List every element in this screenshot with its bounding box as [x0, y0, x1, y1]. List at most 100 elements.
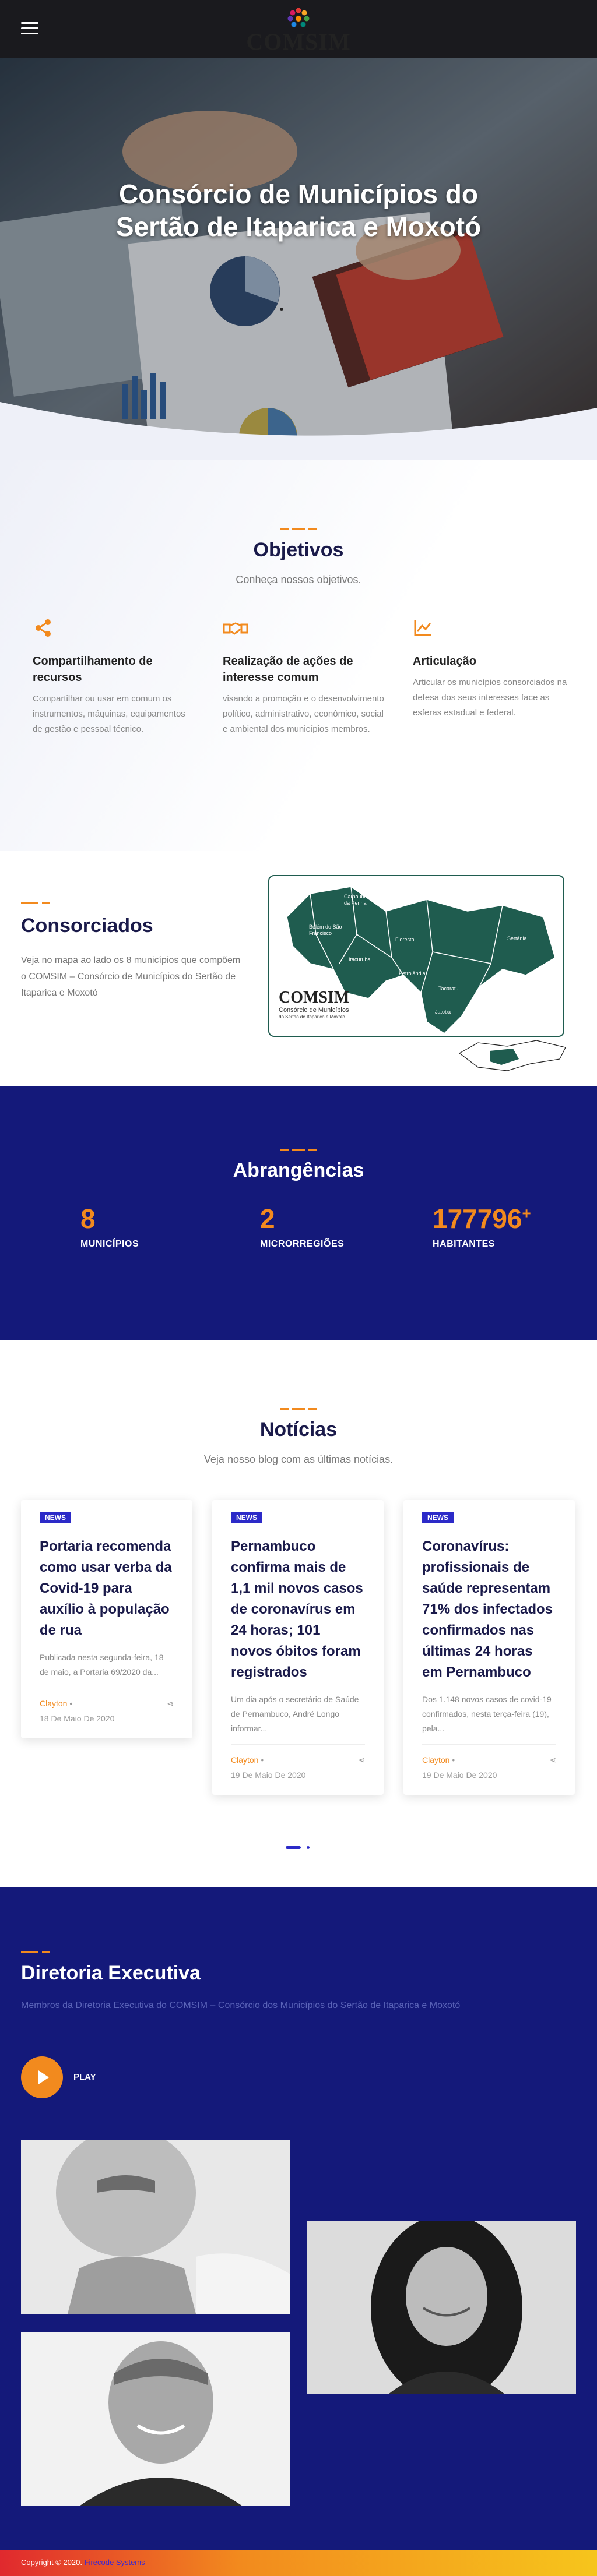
objetivo-desc: Compartilhar ou usar em comum os instrum… [33, 694, 185, 734]
map-label: Floresta [395, 937, 415, 943]
stat-value: 177796+ [433, 1203, 531, 1234]
dot-separator: • [69, 1699, 73, 1708]
stat-habitantes: 177796+ HABITANTES [433, 1203, 531, 1250]
map-label: Petrolândia [399, 971, 426, 976]
logo-text: COMSIM [246, 29, 351, 55]
news-author[interactable]: Clayton [422, 1755, 449, 1765]
noticias-section: Notícias Veja nosso blog com as últimas … [0, 1340, 597, 1887]
stat-number: 177796 [433, 1204, 522, 1234]
abrangencias-title: Abrangências [233, 1159, 364, 1181]
news-excerpt: Um dia após o secretário de Saúde de Per… [231, 1695, 359, 1733]
play-button[interactable] [21, 2056, 63, 2098]
stat-label: HABITANTES [433, 1239, 495, 1249]
news-title[interactable]: Pernambuco confirma mais de 1,1 mil novo… [231, 1536, 365, 1683]
news-date: 18 De Maio De 2020 [40, 1714, 115, 1723]
diretoria-section: Diretoria Executiva Membros da Diretoria… [0, 1887, 597, 2550]
hero-title: Consórcio de Municípios do Sertão de Ita… [115, 179, 482, 242]
carousel-pagination [286, 1841, 310, 1852]
section-divider [0, 1404, 597, 1414]
abrangencias-section: Abrangências 8 MUNICÍPIOS 2 MICRORREGIÕE… [0, 1086, 597, 1340]
section-divider [21, 898, 52, 909]
consorciados-section: Consorciados Veja no mapa ao lado os 8 m… [0, 851, 597, 1086]
map-logo-text: COMSIM [279, 989, 350, 1007]
section-divider [21, 1947, 52, 1957]
objetivos-subtitle: Conheça nossos objetivos. [236, 574, 361, 585]
news-meta: Clayton • ⋖ [40, 1688, 174, 1708]
objetivo-desc: Articular os municípios consorciados na … [413, 677, 567, 718]
news-meta: Clayton • ⋖ [422, 1744, 556, 1765]
hero-image [0, 58, 597, 466]
news-excerpt: Publicada nesta segunda-feira, 18 de mai… [40, 1653, 164, 1677]
noticias-title: Notícias [259, 1418, 338, 1441]
hero-banner: Consórcio de Municípios do Sertão de Ita… [0, 58, 597, 466]
news-title[interactable]: Portaria recomenda como usar verba da Co… [40, 1536, 174, 1641]
share-icon[interactable]: ⋖ [549, 1755, 556, 1765]
share-icon [36, 619, 51, 637]
objetivo-card: Compartilhamento de recursos Compartilha… [33, 617, 196, 737]
news-meta: Clayton • ⋖ [231, 1744, 365, 1765]
news-card[interactable]: NEWS Coronavírus: profissionais de saúde… [403, 1500, 575, 1795]
map-logo-sub2: do Sertão de Itaparica e Moxotó [279, 1014, 345, 1019]
map-label: Itacuruba [349, 957, 371, 962]
news-badge: NEWS [40, 1512, 71, 1523]
map-frame: Carnaubeira da Penha Belém do São Franci… [268, 875, 564, 1037]
footer-link[interactable]: Firecode Systems [85, 2558, 145, 2567]
objetivo-title: Realização de ações de interesse comum [223, 655, 353, 684]
stat-microrregioes: 2 MICRORREGIÕES [260, 1203, 344, 1250]
news-badge: NEWS [422, 1512, 454, 1523]
map-label: Sertânia [507, 936, 527, 941]
noticias-subtitle: Veja nosso blog com as últimas notícias. [203, 1453, 394, 1465]
news-date: 19 De Maio De 2020 [231, 1770, 306, 1780]
hamburger-icon[interactable] [21, 22, 38, 35]
director-photo [21, 2140, 290, 2314]
stat-value: 8 [80, 1204, 96, 1234]
news-title[interactable]: Coronavírus: profissionais de saúde repr… [422, 1536, 556, 1683]
objetivo-card: Realização de ações de interesse comum v… [223, 617, 386, 737]
objetivos-title: Objetivos [253, 539, 344, 561]
stat-suffix: + [522, 1204, 531, 1222]
objetivo-title: Compartilhamento de recursos [33, 655, 153, 684]
map-label: Tacaratu [438, 986, 459, 991]
map-label: Carnaubeira da Penha [344, 894, 373, 906]
news-badge: NEWS [231, 1512, 262, 1523]
map-logo: COMSIM Consórcio de Municípios do Sertão… [279, 989, 366, 1020]
news-card[interactable]: NEWS Pernambuco confirma mais de 1,1 mil… [212, 1500, 384, 1795]
director-photo-image [21, 2332, 290, 2506]
director-photo-image [307, 2221, 576, 2394]
copyright-text: Copyright © 2020. Firecode Systems [21, 2558, 145, 2567]
director-photo-image [21, 2140, 290, 2314]
consorciados-desc: Veja no mapa ao lado os 8 municípios que… [21, 955, 241, 998]
news-author[interactable]: Clayton [231, 1755, 258, 1765]
top-navbar: COMSIM [0, 0, 597, 58]
footer: Copyright © 2020. Firecode Systems [0, 2550, 597, 2576]
news-date: 19 De Maio De 2020 [422, 1770, 497, 1780]
stat-value: 2 [260, 1204, 275, 1234]
section-divider [0, 1145, 597, 1155]
stat-municipios: 8 MUNICÍPIOS [80, 1203, 139, 1250]
site-logo[interactable]: COMSIM [240, 1, 357, 57]
share-icon[interactable]: ⋖ [358, 1755, 365, 1765]
copyright-prefix: Copyright © 2020. [21, 2558, 82, 2567]
dot-separator: • [261, 1755, 264, 1765]
news-card[interactable]: NEWS Portaria recomenda como usar verba … [21, 1500, 192, 1738]
handshake-icon [223, 622, 248, 635]
objetivos-section: Objetivos Conheça nossos objetivos. Comp… [0, 460, 597, 851]
state-inset-map [458, 1040, 566, 1071]
share-icon[interactable]: ⋖ [167, 1699, 174, 1709]
pagination-dot[interactable] [307, 1846, 310, 1849]
consorciados-title: Consorciados [21, 915, 153, 937]
pagination-dot-active[interactable] [286, 1846, 301, 1849]
news-author[interactable]: Clayton [40, 1699, 67, 1708]
chart-icon [414, 620, 431, 636]
slider-dot[interactable] [280, 308, 283, 311]
objetivo-desc: visando a promoção e o desenvolvimento p… [223, 694, 384, 734]
director-photo [21, 2332, 290, 2506]
news-excerpt: Dos 1.148 novos casos de covid-19 confir… [422, 1695, 552, 1733]
diretoria-title: Diretoria Executiva [21, 1962, 201, 1984]
play-label[interactable]: PLAY [73, 2072, 96, 2082]
objetivo-card: Articulação Articular os municípios cons… [413, 617, 576, 721]
map-label: Belém do São Francisco [309, 924, 342, 936]
stat-label: MICRORREGIÕES [260, 1239, 345, 1249]
map-logo-sub: Consórcio de Municípios [279, 1007, 349, 1014]
play-icon [38, 2070, 49, 2084]
